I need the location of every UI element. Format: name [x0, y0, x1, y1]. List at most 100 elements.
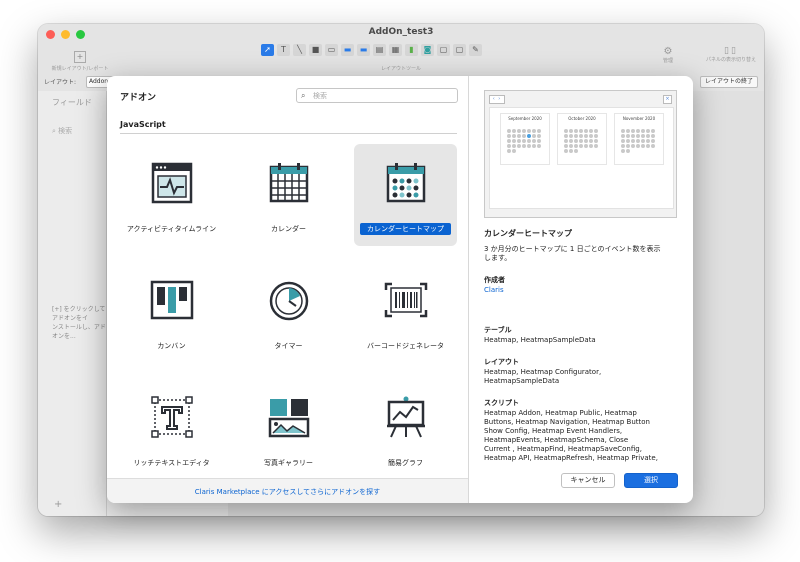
addon-label: タイマー	[274, 342, 303, 350]
addon-name: カレンダーヒートマップ	[484, 229, 572, 238]
cancel-button[interactable]: キャンセル	[561, 473, 615, 488]
preview-month-title: November 2020	[622, 116, 656, 121]
field-tool-icon[interactable]: ▭	[325, 44, 338, 56]
addon-tile-timer[interactable]: タイマー	[237, 261, 340, 363]
barcode-icon	[384, 282, 427, 318]
panes-icon: ▯▯	[724, 46, 738, 56]
addon-label: アクティビティタイムライン	[126, 225, 217, 233]
calendar-icon	[269, 163, 308, 203]
button-tool-icon[interactable]: ▬	[357, 44, 370, 56]
manage-label: 管理	[662, 58, 673, 64]
portal-tool-icon[interactable]: ▤	[373, 44, 386, 56]
preview-month: October 2020	[557, 113, 607, 165]
scripts-line: Current , HeatmapFind, HeatmapSaveConfig…	[484, 445, 642, 453]
fields-sidebar: フィールド ⌕ 検索 [+] をクリックしてアドオンをイ ンストールし、アドオン…	[38, 91, 107, 516]
addon-label: 簡易グラフ	[388, 459, 423, 467]
addon-label: カンバン	[157, 342, 186, 350]
scripts-value: Heatmap Addon, Heatmap Public, Heatmap B…	[484, 409, 679, 463]
preview-close-icon: ×	[663, 95, 672, 104]
activity-timeline-icon	[151, 162, 192, 204]
panels-label: パネルの表示切り替え	[705, 57, 756, 63]
addon-tile-calendar-heatmap[interactable]: カレンダーヒートマップ	[354, 144, 457, 246]
simple-chart-icon	[386, 396, 425, 438]
addon-description: 3 か月分のヒートマップに 1 日ごとのイベント数を表示 します。	[484, 245, 679, 263]
scripts-line: Heatmap API, HeatmapRefresh, Heatmap Pri…	[484, 454, 658, 462]
preview-month: September 2020	[500, 113, 550, 165]
dialog-title: アドオン	[120, 93, 157, 103]
addon-tile-kanban[interactable]: カンバン	[120, 261, 223, 363]
layouts-line: Heatmap, Heatmap Configurator,	[484, 368, 602, 376]
addon-tile-barcode[interactable]: バーコードジェネレータ	[354, 261, 457, 363]
tab-fields[interactable]: フィールド	[52, 97, 92, 108]
chart-tool-icon[interactable]: ▮	[405, 44, 418, 56]
preview-month-title: October 2020	[568, 116, 596, 121]
addon-preview: ‹ › × September 2020 October 2020 Novemb…	[484, 90, 677, 218]
sidebar-hint: [+] をクリックしてアドオンをイ ンストールし、アドオンを...	[52, 305, 106, 341]
addon-search[interactable]: ⌕	[296, 88, 458, 103]
preview-month: November 2020	[614, 113, 664, 165]
description-line: します。	[484, 254, 512, 262]
webviewer-tool-icon[interactable]: ◙	[421, 44, 434, 56]
panel-tool-icon[interactable]: ▦	[389, 44, 402, 56]
addon-tile-rich-text[interactable]: リッチテキストエディタ	[120, 378, 223, 480]
preview-dots	[564, 129, 600, 153]
section-divider	[120, 133, 457, 134]
addon-label: 写真ギャラリー	[264, 459, 313, 467]
author-link[interactable]: Claris	[484, 286, 679, 295]
addon-tile-simple-chart[interactable]: 簡易グラフ	[354, 378, 457, 480]
eyedropper-icon[interactable]: ✎	[469, 44, 482, 56]
rich-text-icon	[150, 396, 193, 438]
kanban-icon	[150, 280, 193, 320]
text-tool-icon[interactable]: T	[277, 44, 290, 56]
control-tool-icon[interactable]: ▬	[341, 44, 354, 56]
select-button[interactable]: 選択	[624, 473, 678, 488]
format-painter-icon[interactable]: ▢	[437, 44, 450, 56]
preview-month-title: September 2020	[508, 116, 542, 121]
addon-tile-activity-timeline[interactable]: アクティビティタイムライン	[120, 144, 223, 246]
format-painter-2-icon[interactable]: ▢	[453, 44, 466, 56]
toggle-panels-button[interactable]: ▯▯ パネルの表示切り替え	[698, 46, 764, 63]
exit-layout-button[interactable]: レイアウトの終了	[699, 76, 758, 88]
addon-tile-photo-gallery[interactable]: 写真ギャラリー	[237, 378, 340, 480]
description-line: 3 か月分のヒートマップに 1 日ごとのイベント数を表示	[484, 245, 661, 253]
addon-details: カレンダーヒートマップ 3 か月分のヒートマップに 1 日ごとのイベント数を表示…	[484, 228, 679, 463]
line-tool-icon[interactable]: ╲	[293, 44, 306, 56]
layout-label: レイアウト:	[44, 79, 77, 86]
addon-search-input[interactable]	[313, 89, 451, 102]
addon-label: カレンダー	[271, 225, 306, 233]
scripts-line: Buttons, Heatmap Navigation, Heatmap But…	[484, 418, 650, 426]
sidebar-hint-line: [+] をクリックしてアドオンをイ	[52, 306, 106, 322]
preview-dots	[621, 129, 657, 153]
dialog-footer: Claris Marketplace にアクセスしてさらにアドオンを探す	[107, 478, 468, 503]
addon-label: リッチテキストエディタ	[133, 459, 210, 467]
author-heading: 作成者	[484, 276, 505, 284]
pointer-tool-icon[interactable]: ➚	[261, 44, 274, 56]
add-button[interactable]: +	[54, 499, 62, 510]
preview-nav-icon: ‹ ›	[489, 95, 505, 104]
rectangle-tool-icon[interactable]: ■	[309, 44, 322, 56]
plus-icon: +	[74, 51, 86, 63]
layout-tools: ➚ T ╲ ■ ▭ ▬ ▬ ▤ ▦ ▮ ◙ ▢ ▢ ✎	[261, 44, 482, 56]
timer-icon	[269, 281, 308, 321]
sidebar-search-placeholder: 検索	[58, 127, 73, 135]
marketplace-link[interactable]: Claris Marketplace にアクセスしてさらにアドオンを探す	[107, 487, 468, 497]
sidebar-hint-line: ンストールし、アドオンを...	[52, 324, 106, 340]
tables-heading: テーブル	[484, 326, 512, 334]
tables-value: Heatmap, HeatmapSampleData	[484, 336, 596, 344]
section-title: JavaScript	[120, 120, 166, 129]
scripts-line: HeatmapEvents, HeatmapSchema, Close	[484, 436, 629, 444]
addon-label: カレンダーヒートマップ	[360, 223, 451, 235]
manage-button[interactable]: ⚙ 管理	[648, 46, 688, 64]
sidebar-search[interactable]: ⌕ 検索	[52, 126, 72, 136]
scripts-line: Show Config, Heatmap Event Handlers,	[484, 427, 623, 435]
pane-divider	[468, 76, 469, 503]
scripts-heading: スクリプト	[484, 399, 519, 407]
preview-calendar: September 2020 October 2020 November 202…	[489, 107, 674, 209]
layout-tools-label: レイアウトツール	[380, 66, 421, 72]
addon-tile-calendar[interactable]: カレンダー	[237, 144, 340, 246]
window-title: AddOn_test3	[368, 27, 434, 37]
layouts-heading: レイアウト	[484, 358, 519, 366]
addon-grid: アクティビティタイムライン カレンダー カレンダーヒートマップ カンバン タイマ…	[120, 144, 457, 480]
scripts-line: Heatmap Addon, Heatmap Public, Heatmap	[484, 409, 637, 417]
addon-label: バーコードジェネレータ	[367, 342, 444, 350]
